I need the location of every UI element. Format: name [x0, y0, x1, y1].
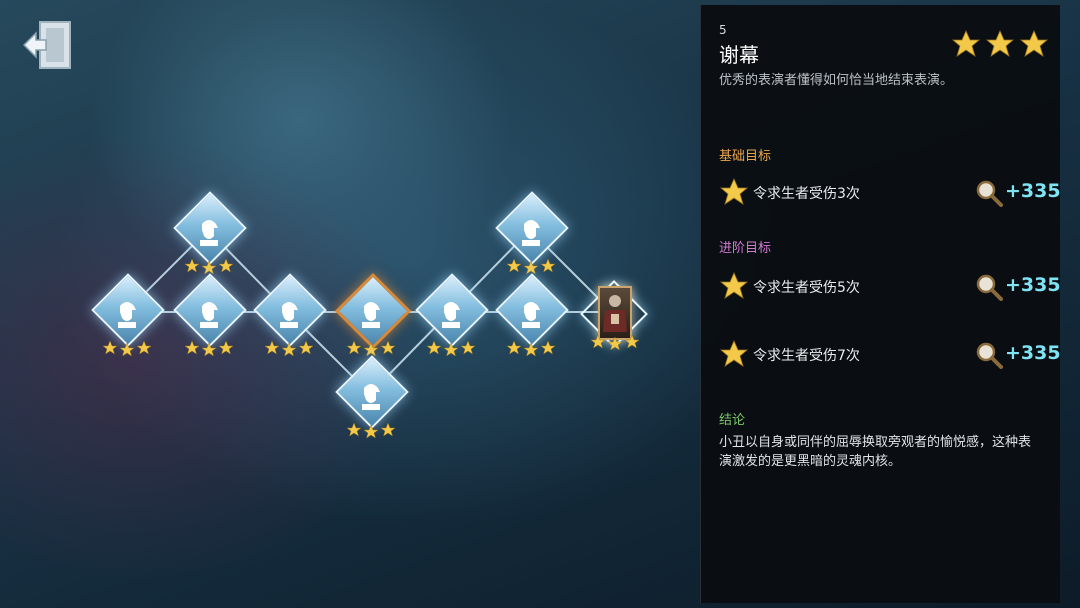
sherlock-icon — [442, 302, 460, 328]
star-icon — [719, 272, 749, 299]
portrait-node[interactable] — [598, 286, 632, 340]
objective-text: 令求生者受伤5次 — [753, 280, 860, 296]
objective-row: 令求生者受伤3次 +335 — [719, 177, 1061, 207]
sherlock-icon — [362, 384, 380, 410]
stage-node-selected[interactable] — [334, 272, 412, 366]
star-icon — [264, 340, 314, 356]
sherlock-icon — [118, 302, 136, 328]
stage-node[interactable] — [495, 273, 569, 366]
level-title: 谢幕 — [719, 43, 759, 67]
stage-node[interactable] — [91, 273, 165, 366]
basic-goal-heading: 基础目标 — [719, 149, 772, 164]
star-icon — [184, 340, 234, 356]
magnifier-icon — [976, 180, 1003, 207]
sherlock-icon — [522, 220, 540, 246]
level-description: 优秀的表演者懂得如何恰当地结束表演。 — [719, 73, 954, 88]
star-icon — [506, 258, 556, 274]
character-portrait-icon — [603, 295, 627, 332]
stage-node[interactable] — [415, 273, 489, 366]
star-icon — [346, 422, 396, 438]
advanced-goal-heading: 进阶目标 — [719, 241, 772, 256]
stage-node[interactable] — [253, 273, 327, 366]
objective-text: 令求生者受伤3次 — [753, 186, 860, 202]
level-number: 5 — [719, 23, 727, 37]
stage-node[interactable] — [173, 191, 247, 284]
objective-reward: +335 — [1005, 274, 1061, 296]
sherlock-icon — [522, 302, 540, 328]
sherlock-icon — [280, 302, 298, 328]
sherlock-icon — [200, 302, 218, 328]
stage-node[interactable] — [173, 273, 247, 366]
sherlock-icon — [362, 302, 380, 328]
star-icon — [951, 30, 1049, 57]
stage-map — [0, 0, 700, 608]
conclusion-heading: 结论 — [719, 413, 746, 428]
magnifier-icon — [976, 274, 1003, 301]
objective-row: 令求生者受伤7次 +335 — [719, 339, 1061, 369]
stage-node[interactable] — [495, 191, 569, 284]
stage-node[interactable] — [335, 355, 409, 448]
star-icon — [719, 178, 749, 205]
star-icon — [346, 340, 396, 356]
stage-info-panel: 5 谢幕 优秀的表演者懂得如何恰当地结束表演。 基础目标 令求生者受伤3次 +3… — [700, 5, 1061, 603]
objective-text: 令求生者受伤7次 — [753, 348, 860, 364]
star-icon — [506, 340, 556, 356]
conclusion-text: 小丑以自身或同伴的屈辱换取旁观者的愉悦感，这种表演激发的是更黑暗的灵魂内核。 — [719, 435, 1032, 469]
magnifier-icon — [976, 342, 1003, 369]
star-icon — [719, 340, 749, 367]
star-icon — [102, 340, 152, 356]
objective-reward: +335 — [1005, 180, 1061, 202]
star-icon — [184, 258, 234, 274]
objective-reward: +335 — [1005, 342, 1061, 364]
sherlock-icon — [200, 220, 218, 246]
objective-row: 令求生者受伤5次 +335 — [719, 271, 1061, 301]
star-icon — [590, 334, 640, 350]
star-icon — [426, 340, 476, 356]
